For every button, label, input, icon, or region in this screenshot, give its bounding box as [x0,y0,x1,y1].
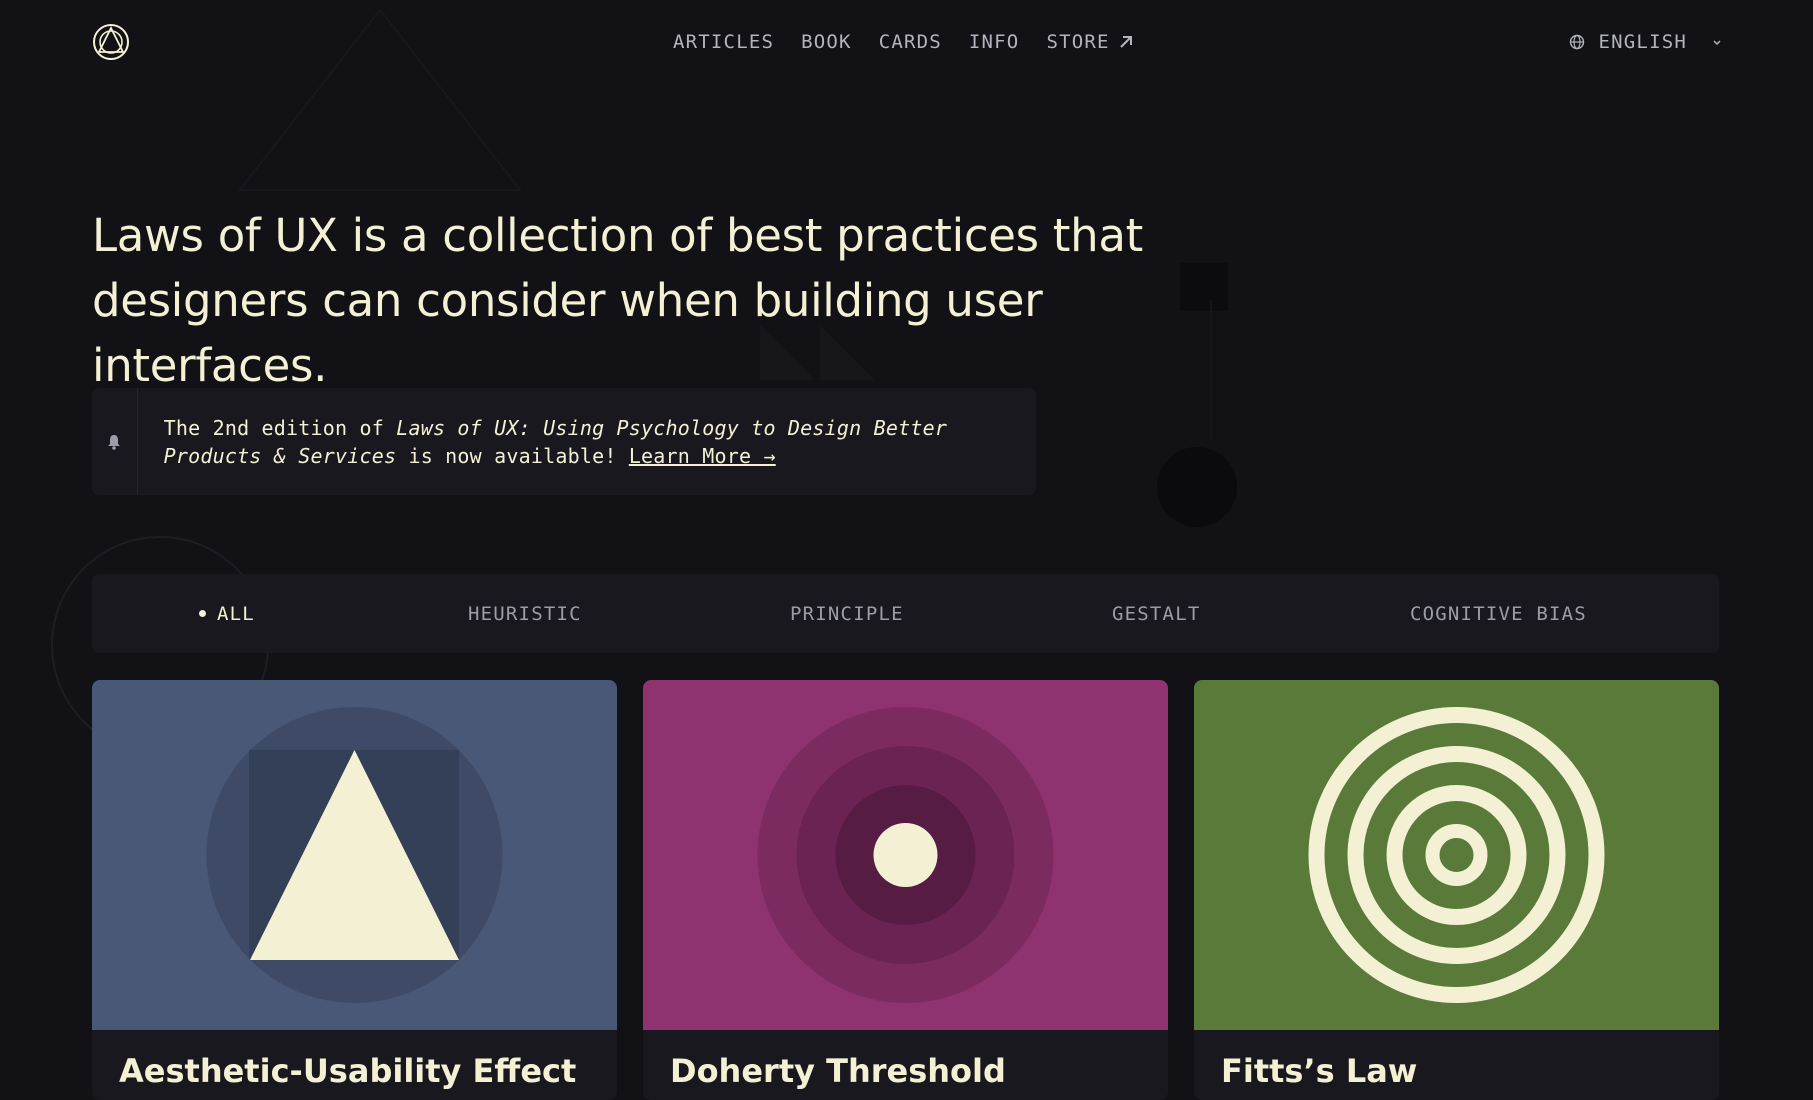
nav-store[interactable]: STORE [1046,31,1132,53]
concentric-dot-icon [643,680,1168,1030]
card-title: Aesthetic-Usability Effect [119,1052,577,1090]
main-nav: ARTICLES BOOK CARDS INFO STORE [673,22,1160,62]
filter-all[interactable]: ALL [199,574,255,653]
language-selector[interactable]: ENGLISH [1569,22,1721,62]
announcement-suffix: is now available! [396,444,629,468]
filter-heuristic-label: HEURISTIC [468,602,582,625]
filter-principle-label: PRINCIPLE [790,602,904,625]
nav-cards[interactable]: CARDS [879,31,942,53]
law-card-fitts-law[interactable]: Fitts’s Law [1194,680,1719,1100]
announcement-text: The 2nd edition of Laws of UX: Using Psy… [138,388,1036,495]
globe-icon [1569,34,1585,50]
nav-store-label: STORE [1046,31,1110,53]
law-card-doherty-threshold[interactable]: Doherty Threshold [643,680,1168,1100]
card-title: Fitts’s Law [1221,1052,1418,1090]
law-card-aesthetic-usability[interactable]: Aesthetic-Usability Effect [92,680,617,1100]
filter-cognitive-bias[interactable]: COGNITIVE BIAS [1410,574,1587,653]
filter-gestalt[interactable]: GESTALT [1112,574,1200,653]
filter-heuristic[interactable]: HEURISTIC [468,574,582,653]
bell-icon [108,434,121,450]
announcement-banner: The 2nd edition of Laws of UX: Using Psy… [92,388,1036,495]
chevron-down-icon [1713,39,1721,45]
hero-heading: Laws of UX is a collection of best pract… [92,203,1252,398]
filter-gestalt-label: GESTALT [1112,602,1201,625]
triangle-in-circle-icon [92,680,617,1030]
filter-principle[interactable]: PRINCIPLE [790,574,904,653]
filter-cognitive-bias-label: COGNITIVE BIAS [1410,602,1587,625]
nav-book[interactable]: BOOK [801,31,852,53]
laws-of-ux-logo-icon[interactable] [92,23,130,61]
announcement-icon-cell [92,388,138,495]
target-rings-icon [1194,680,1719,1030]
hero-line-2: designers can consider when building use… [92,274,1043,392]
learn-more-link[interactable]: Learn More → [629,444,776,468]
language-label: ENGLISH [1598,31,1687,53]
card-title: Doherty Threshold [670,1052,1006,1090]
category-filter-bar: ALL HEURISTIC PRINCIPLE GESTALT COGNITIV… [92,574,1719,653]
top-bar: ARTICLES BOOK CARDS INFO STORE ENGLISH [92,22,1721,62]
active-dot-icon [199,610,206,617]
nav-articles[interactable]: ARTICLES [673,31,774,53]
external-arrow-icon [1119,36,1132,48]
filter-all-label: ALL [217,602,255,625]
nav-info[interactable]: INFO [969,31,1020,53]
hero-line-1: Laws of UX is a collection of best pract… [92,209,1143,262]
announcement-prefix: The 2nd edition of [163,416,397,440]
